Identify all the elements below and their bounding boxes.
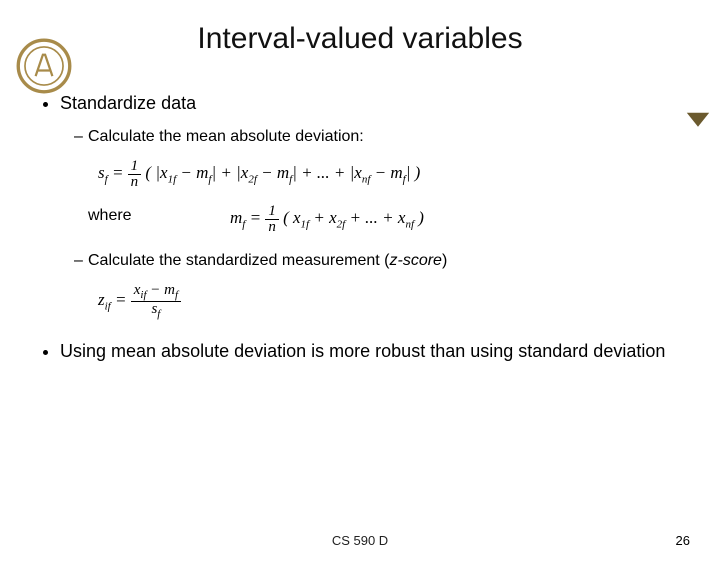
subbullet-zscore: Calculate the standardized measurement (… xyxy=(74,249,680,273)
university-seal-logo xyxy=(16,38,72,94)
slide-title: Interval-valued variables xyxy=(0,22,720,56)
bullet-text: Standardize data xyxy=(60,93,196,113)
page-number: 26 xyxy=(676,533,690,548)
formula-sf: sf = 1n ( |x1f − mf| + |x2f − mf| + ... … xyxy=(98,159,680,190)
formula-zif: zif = xif − mfsf xyxy=(98,283,680,320)
seal-icon xyxy=(16,38,72,94)
subbullet-mad: Calculate the mean absolute deviation: xyxy=(74,125,680,149)
bullet-standardize: Standardize data Calculate the mean abso… xyxy=(60,90,680,320)
slide-content: Standardize data Calculate the mean abso… xyxy=(40,90,680,368)
bullet-robust: Using mean absolute deviation is more ro… xyxy=(60,334,680,368)
corner-crest-icon xyxy=(684,110,712,130)
formula-mf: mf = 1n ( x1f + x2f + ... + xnf ) xyxy=(230,204,680,235)
footer-course: CS 590 D xyxy=(0,533,720,548)
